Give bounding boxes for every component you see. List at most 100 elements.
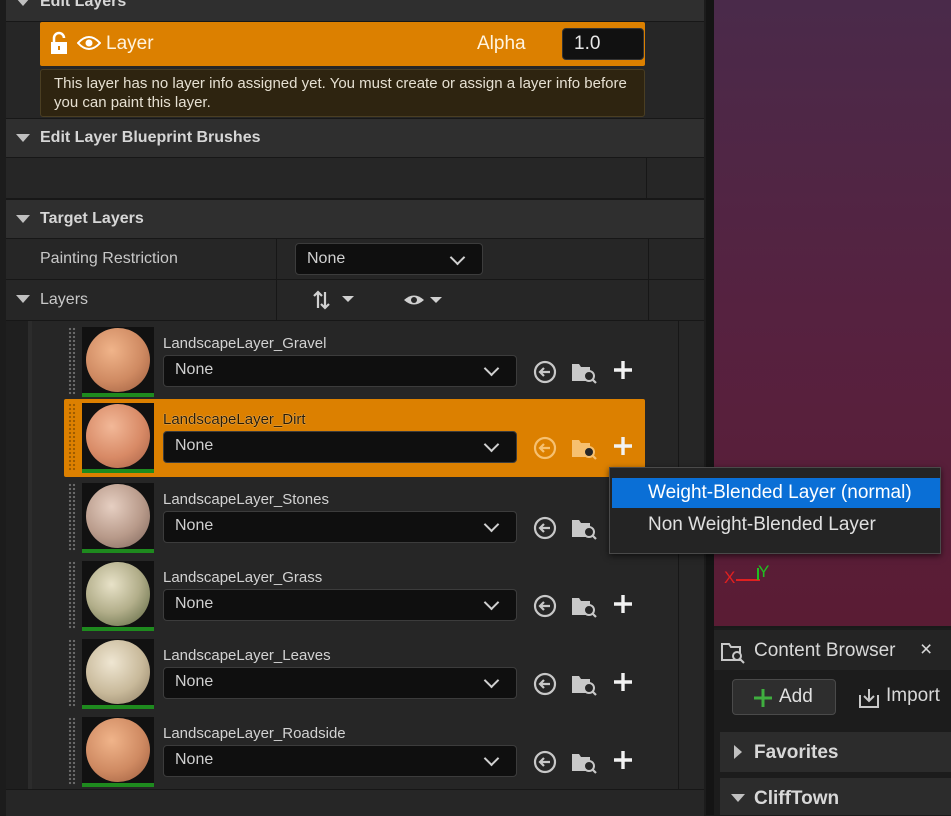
expand-triangle-icon [734, 745, 742, 759]
layer-name: LandscapeLayer_Leaves [163, 647, 331, 664]
browse-asset-icon[interactable] [570, 359, 597, 385]
layer-info-dropdown[interactable]: None [163, 589, 517, 621]
close-icon[interactable]: × [920, 638, 932, 662]
use-selected-asset-icon[interactable] [532, 435, 558, 461]
layer-info-dropdown[interactable]: None [163, 511, 517, 543]
layer-row[interactable]: LandscapeLayer_Gravel None [64, 323, 645, 401]
layer-thumbnail [82, 639, 154, 709]
section-target-layers[interactable]: Target Layers [6, 199, 704, 239]
import-label: Import [886, 685, 940, 706]
layer-row[interactable]: LandscapeLayer_Grass None [64, 557, 645, 635]
add-layer-info-icon[interactable] [612, 593, 638, 619]
use-selected-asset-icon[interactable] [532, 749, 558, 775]
drag-handle-icon[interactable] [68, 561, 76, 629]
content-browser: Content Browser × Add Import Favorites C… [714, 628, 951, 815]
import-button[interactable]: Import [854, 679, 951, 713]
folder-favorites[interactable]: Favorites [720, 732, 951, 772]
browse-asset-icon[interactable] [570, 749, 597, 775]
splitter[interactable] [706, 0, 714, 815]
content-browser-icon [721, 643, 745, 664]
edit-layer-row[interactable]: Layer Alpha 1.0 [40, 22, 645, 66]
material-preview-sphere [86, 640, 150, 704]
content-browser-tab[interactable]: Content Browser × [714, 630, 951, 670]
dropdown-value: None [175, 361, 214, 378]
add-layer-info-icon[interactable] [612, 671, 638, 697]
section-edit-layers[interactable]: Edit Layers [6, 0, 704, 22]
edit-layer-name: Layer [106, 33, 154, 54]
section-title: Target Layers [40, 210, 144, 227]
visibility-filter-icon[interactable] [403, 292, 447, 308]
layer-thumbnail [82, 717, 154, 787]
use-selected-asset-icon[interactable] [532, 515, 558, 541]
content-browser-title: Content Browser [754, 640, 896, 661]
add-layer-info-icon[interactable] [612, 749, 638, 775]
chevron-down-icon [483, 436, 500, 453]
section-edit-layer-bp-brushes[interactable]: Edit Layer Blueprint Brushes [6, 118, 704, 158]
chevron-down-icon [483, 672, 500, 689]
section-title: Edit Layer Blueprint Brushes [40, 129, 261, 146]
material-preview-sphere [86, 718, 150, 782]
collapse-triangle-icon[interactable] [16, 295, 30, 303]
menu-item-weight-blended[interactable]: Weight-Blended Layer (normal) [612, 478, 940, 508]
dropdown-value: None [307, 250, 346, 267]
layer-name: LandscapeLayer_Roadside [163, 725, 346, 742]
layer-info-dropdown[interactable]: None [163, 745, 517, 777]
material-preview-sphere [86, 484, 150, 548]
layer-name: LandscapeLayer_Stones [163, 491, 329, 508]
layer-row[interactable]: LandscapeLayer_Roadside None [64, 713, 645, 791]
folder-label: Favorites [754, 742, 839, 763]
sort-order-icon[interactable] [313, 290, 361, 310]
drag-handle-icon[interactable] [68, 327, 76, 395]
section-title: Edit Layers [40, 0, 127, 10]
use-selected-asset-icon[interactable] [532, 593, 558, 619]
details-bottom [6, 789, 704, 816]
axis-gizmo-icon [736, 568, 760, 581]
visibility-eye-icon[interactable] [77, 34, 101, 52]
add-button[interactable]: Add [732, 679, 836, 715]
chevron-down-icon [483, 360, 500, 377]
drag-handle-icon[interactable] [68, 639, 76, 707]
chevron-down-icon [483, 516, 500, 533]
browse-asset-icon[interactable] [570, 515, 597, 541]
painting-restriction-row: Painting Restriction None [6, 239, 704, 280]
layer-thumbnail [82, 561, 154, 631]
warning-text: This layer has no layer info assigned ye… [54, 75, 627, 111]
dropdown-value: None [175, 751, 214, 768]
layer-row[interactable]: LandscapeLayer_Stones None [64, 479, 645, 557]
layer-info-dropdown[interactable]: None [163, 355, 517, 387]
folder-clifftown[interactable]: CliffTown [720, 778, 951, 815]
material-preview-sphere [86, 562, 150, 626]
painting-restriction-dropdown[interactable]: None [295, 243, 483, 275]
drag-handle-icon[interactable] [68, 403, 76, 471]
add-label: Add [779, 686, 813, 707]
drag-handle-icon[interactable] [68, 483, 76, 551]
use-selected-asset-icon[interactable] [532, 359, 558, 385]
layers-label: Layers [40, 291, 89, 308]
material-preview-sphere [86, 404, 150, 468]
alpha-input[interactable]: 1.0 [562, 28, 644, 60]
layer-info-dropdown[interactable]: None [163, 667, 517, 699]
layer-info-dropdown[interactable]: None [163, 431, 517, 463]
folder-label: CliffTown [754, 788, 840, 809]
layer-row[interactable]: LandscapeLayer_Dirt None [64, 399, 645, 477]
bp-brushes-empty-row [6, 158, 704, 199]
menu-item-non-weight-blended[interactable]: Non Weight-Blended Layer [612, 510, 940, 540]
add-layer-info-icon[interactable] [612, 435, 638, 461]
collapse-triangle-icon [16, 0, 30, 6]
layer-thumbnail [82, 483, 154, 553]
menu-item-label: Weight-Blended Layer (normal) [648, 482, 912, 503]
layer-name: LandscapeLayer_Grass [163, 569, 323, 586]
layer-row[interactable]: LandscapeLayer_Leaves None [64, 635, 645, 713]
add-layer-info-icon[interactable] [612, 359, 638, 385]
material-preview-sphere [86, 328, 150, 392]
browse-asset-icon[interactable] [570, 435, 597, 461]
unlock-icon[interactable] [49, 31, 71, 55]
chevron-down-icon [483, 594, 500, 611]
chevron-down-icon [483, 750, 500, 767]
alpha-value: 1.0 [574, 33, 601, 54]
collapse-triangle-icon [731, 794, 745, 802]
drag-handle-icon[interactable] [68, 717, 76, 785]
browse-asset-icon[interactable] [570, 671, 597, 697]
browse-asset-icon[interactable] [570, 593, 597, 619]
use-selected-asset-icon[interactable] [532, 671, 558, 697]
